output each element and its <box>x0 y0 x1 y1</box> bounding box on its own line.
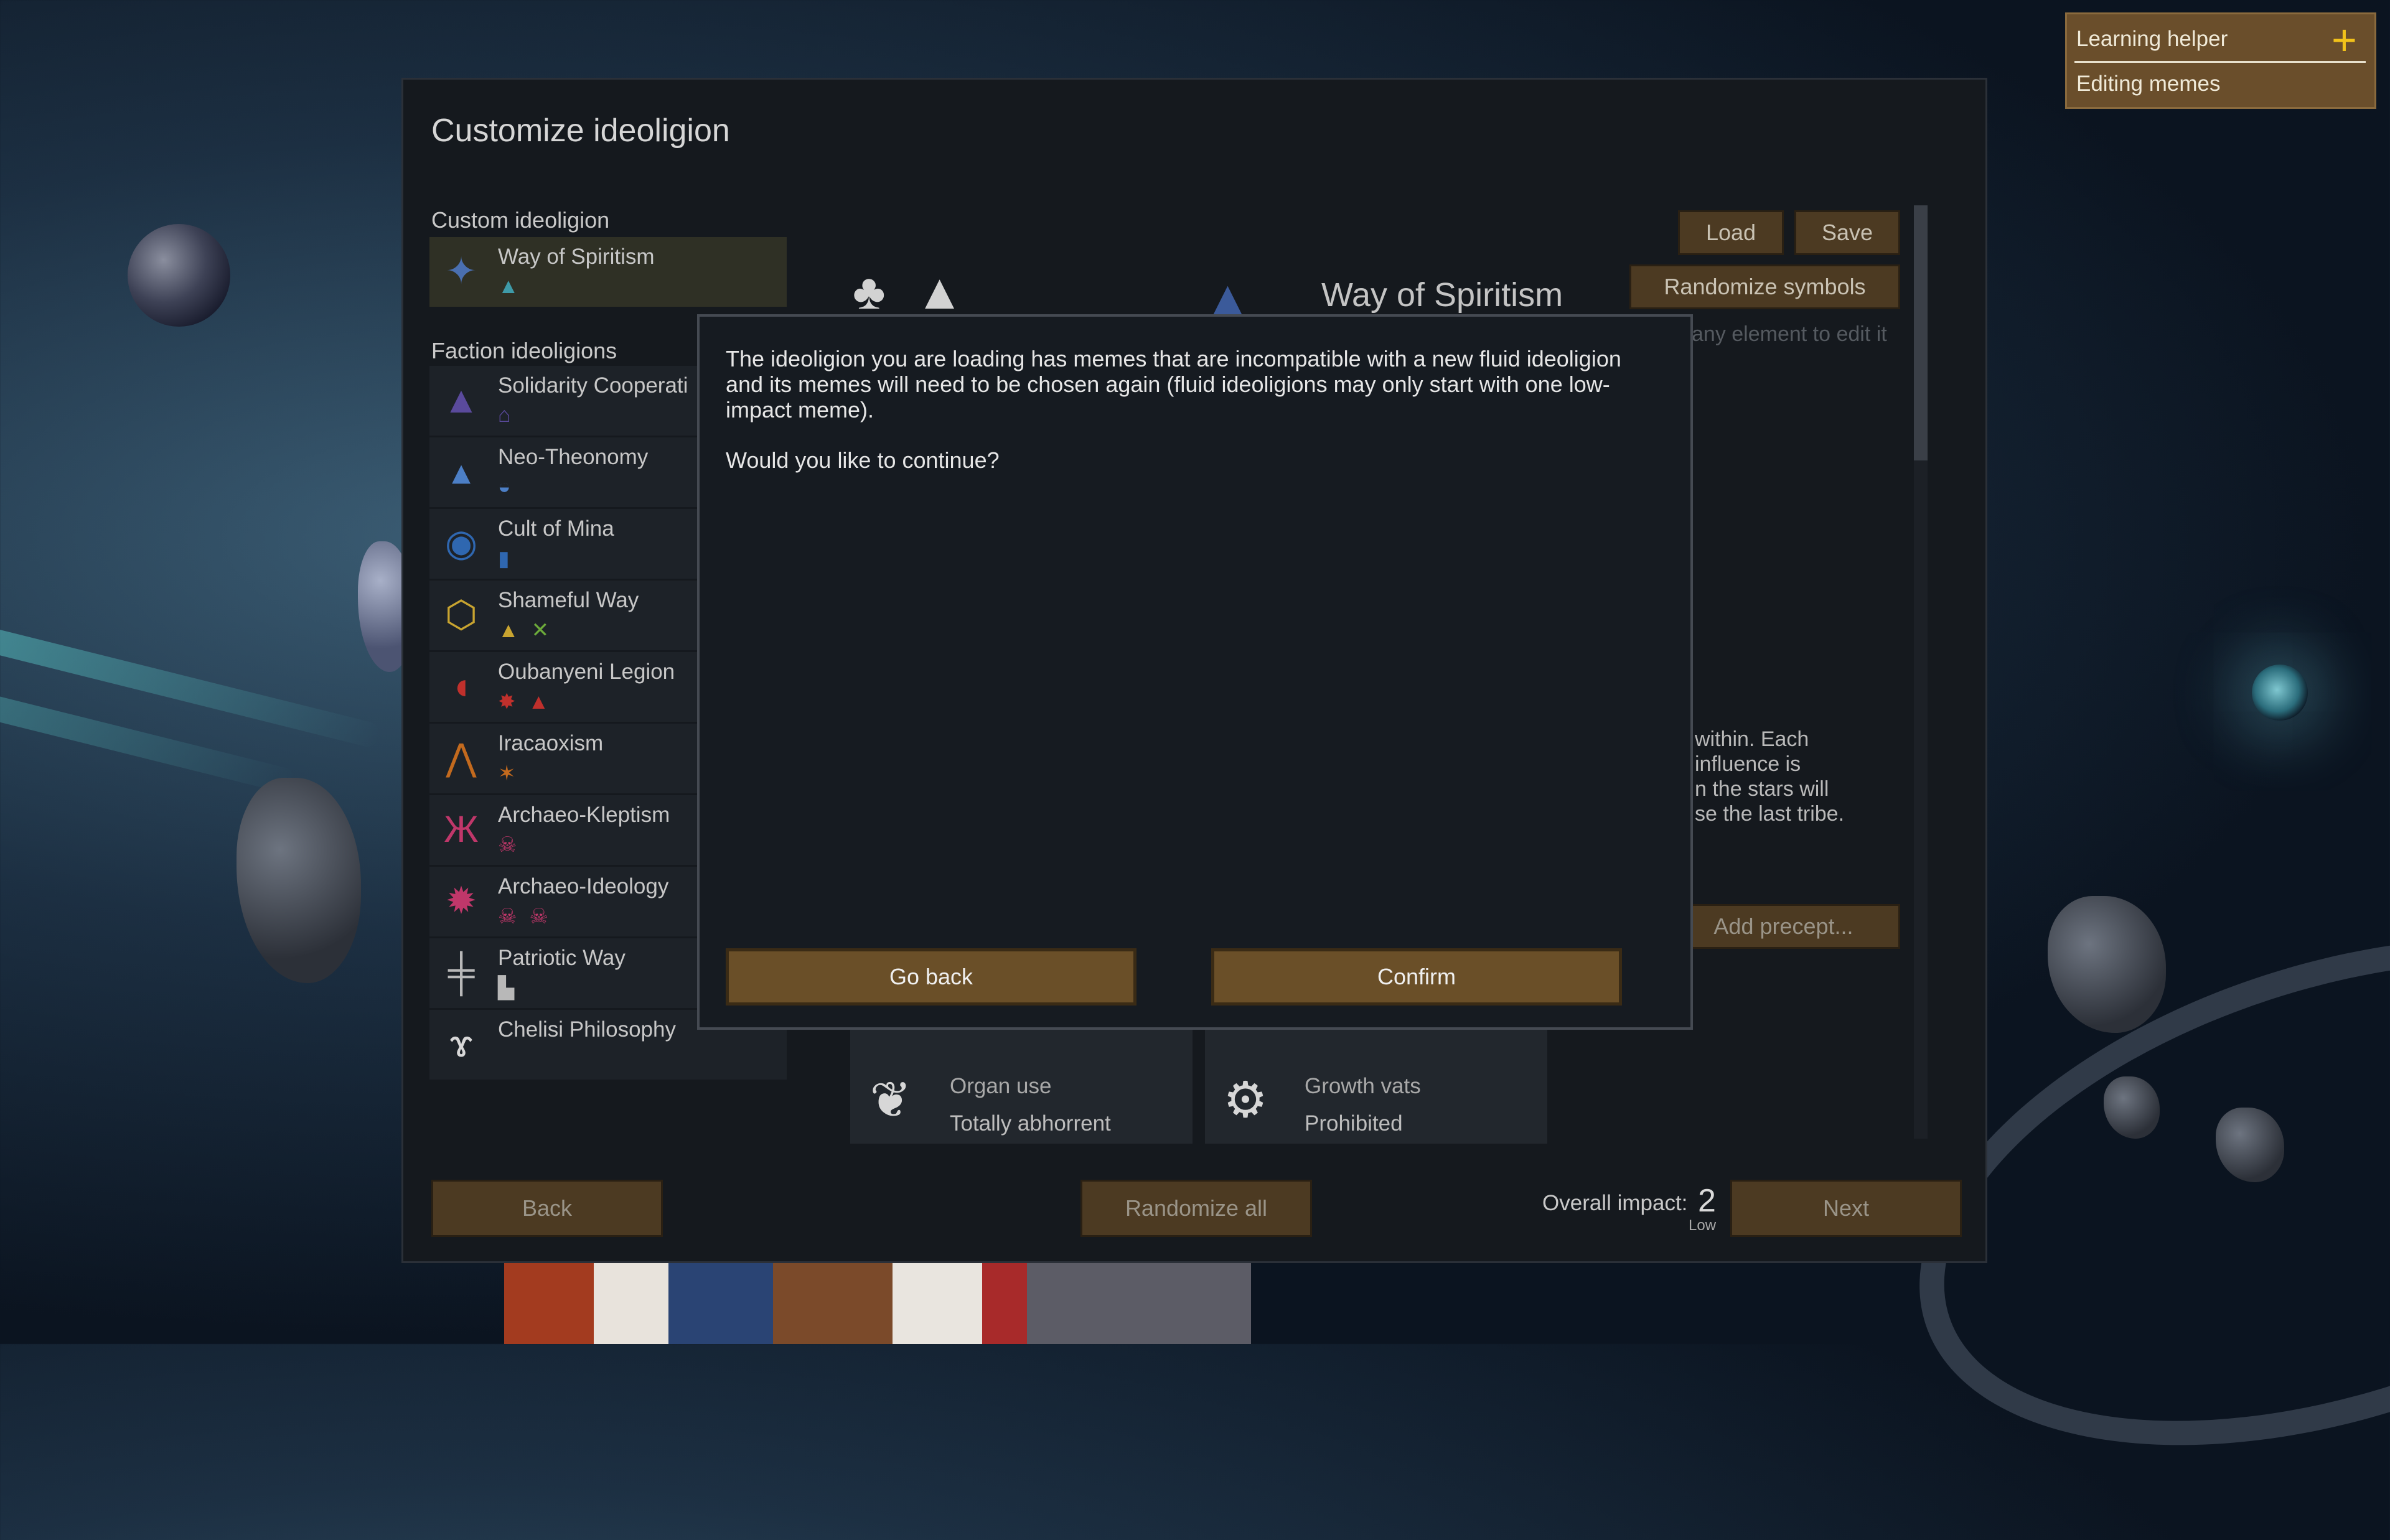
next-button[interactable]: Next <box>1730 1180 1962 1237</box>
overall-impact-label: Overall impact: <box>1542 1191 1688 1215</box>
background-asteroid <box>237 778 361 983</box>
description-line: influence is <box>1695 752 1801 776</box>
overall-impact-value: 2 <box>1698 1183 1716 1219</box>
precept-card-partial[interactable] <box>850 1029 1193 1066</box>
precept-card-growth-vats[interactable]: ⚙ Growth vats Prohibited <box>1205 1063 1547 1144</box>
ideoligion-name: Iracaoxism <box>498 731 604 755</box>
spiky-icon: ✸ <box>498 690 516 714</box>
learning-helper-title: Learning helper <box>2076 27 2228 51</box>
overall-impact-level: Low <box>1689 1217 1717 1234</box>
ideoligion-name: Neo-Theonomy <box>498 445 649 469</box>
confirm-button[interactable]: Confirm <box>1211 948 1622 1006</box>
background-moon <box>128 224 230 327</box>
skull-icon: ☠ <box>529 905 548 928</box>
ideoligion-name: Oubanyeni Legion <box>498 660 675 684</box>
go-back-button[interactable]: Go back <box>726 948 1136 1006</box>
horned-icon: Ж <box>444 808 479 850</box>
ideoligion-name: Patriotic Way <box>498 946 626 970</box>
ideoligion-name: Cult of Mina <box>498 516 614 541</box>
back-button[interactable]: Back <box>431 1180 663 1237</box>
scrollbar-thumb[interactable] <box>1914 205 1928 460</box>
custom-ideoligion-label: Custom ideoligion <box>431 207 610 233</box>
meme-icons: ▲ ✕ <box>498 618 561 643</box>
bell-icon: ▴ <box>451 450 471 492</box>
tree-icon[interactable]: ♣ <box>853 263 886 320</box>
save-button[interactable]: Save <box>1794 210 1900 255</box>
column-icon: ▙ <box>498 976 515 1000</box>
learning-helper-panel[interactable]: Learning helper + Editing memes <box>2065 12 2376 109</box>
meme-icons: ◒ <box>498 475 523 499</box>
meme-icons: ▮ <box>498 546 522 571</box>
learning-helper-item[interactable]: Editing memes <box>2076 72 2220 96</box>
stick-figure-icon: ✶ <box>498 762 516 785</box>
ideoligion-name: Chelisi Philosophy <box>498 1017 676 1042</box>
load-button[interactable]: Load <box>1678 210 1784 255</box>
skull-icon: ☠ <box>498 833 517 857</box>
spirit-cross-icon: ✦ <box>445 250 477 292</box>
description-line: se the last tribe. <box>1695 802 1845 826</box>
window-title: Customize ideoligion <box>431 113 730 149</box>
meme-icons: ⌂ <box>498 403 523 427</box>
background-characters <box>504 1263 1251 1344</box>
double-cross-icon: ╪ <box>448 951 475 993</box>
triangle-icon: ▲ <box>443 379 480 421</box>
meme-icons: ✶ <box>498 761 528 786</box>
meme-icons: ▙ <box>498 976 527 1001</box>
ideoligion-title[interactable]: Way of Spiritism <box>1321 276 1563 314</box>
crescent-icon: ◖ <box>449 665 473 707</box>
vat-icon: ⚙ <box>1223 1072 1268 1127</box>
meme-icons: ☠ <box>498 833 529 857</box>
meme-icons: ☠ ☠ <box>498 904 561 929</box>
curl-icon: ɤ <box>449 1023 473 1065</box>
precept-card-organ-use[interactable]: ❦ Organ use Totally abhorrent <box>850 1063 1193 1144</box>
background-asteroid <box>2048 896 2166 1033</box>
ideoligion-name: Shameful Way <box>498 588 639 612</box>
confirm-dialog: The ideoligion you are loading has memes… <box>697 314 1693 1030</box>
plus-icon[interactable]: + <box>2331 18 2357 62</box>
randomize-all-button[interactable]: Randomize all <box>1080 1180 1312 1237</box>
skull-icon: ☠ <box>498 905 517 928</box>
ideoligion-name: Archaeo-Ideology <box>498 874 669 898</box>
ideoligion-item-way-of-spiritism[interactable]: ✦ Way of Spiritism ▲ <box>429 237 787 307</box>
faction-ideoligions-label: Faction ideoligions <box>431 338 617 363</box>
description-line: n the stars will <box>1695 777 1829 801</box>
ideoligion-name: Way of Spiritism <box>498 245 655 269</box>
precept-title: Organ use <box>950 1074 1052 1098</box>
dialog-question: Would you like to continue? <box>726 447 1000 473</box>
tribal-a-icon: ▲ <box>498 274 519 298</box>
dialog-message: The ideoligion you are loading has memes… <box>726 346 1621 422</box>
background-star <box>2252 665 2308 721</box>
tribal-x-icon: ✕ <box>531 618 550 642</box>
organ-icon: ❦ <box>869 1072 912 1127</box>
triskelion-icon: ⬡ <box>444 594 478 635</box>
description-line: within. Each <box>1695 727 1809 751</box>
tribal-a-icon[interactable]: ▲ <box>915 263 964 320</box>
meme-icons: ✸ ▲ <box>498 689 561 714</box>
add-precept-button[interactable]: Add precept... <box>1667 904 1900 949</box>
precept-value: Prohibited <box>1305 1111 1403 1136</box>
house-icon: ⌂ <box>498 403 511 427</box>
divider <box>2074 61 2366 63</box>
precept-card-partial[interactable] <box>1205 1029 1547 1066</box>
randomize-symbols-button[interactable]: Randomize symbols <box>1629 264 1900 309</box>
ideoligion-name: Archaeo-Kleptism <box>498 803 670 827</box>
dome-icon: ◒ <box>498 475 511 498</box>
meme-icons: ▲ <box>498 274 532 299</box>
door-icon: ▮ <box>498 547 510 571</box>
bat-icon: ⋀ <box>446 737 477 778</box>
edit-hint-text: any element to edit it <box>1692 322 1887 346</box>
tribal-a-icon: ▲ <box>498 618 519 642</box>
ideoligion-name: Solidarity Cooperati <box>498 373 688 398</box>
tribal-a-icon: ▲ <box>528 690 550 714</box>
precept-title: Growth vats <box>1305 1074 1421 1098</box>
cog-icon: ✹ <box>445 880 477 922</box>
eye-icon: ◉ <box>444 522 478 564</box>
ideoligion-description: within. Each influence is n the stars wi… <box>1695 727 1844 826</box>
precept-value: Totally abhorrent <box>950 1111 1111 1136</box>
